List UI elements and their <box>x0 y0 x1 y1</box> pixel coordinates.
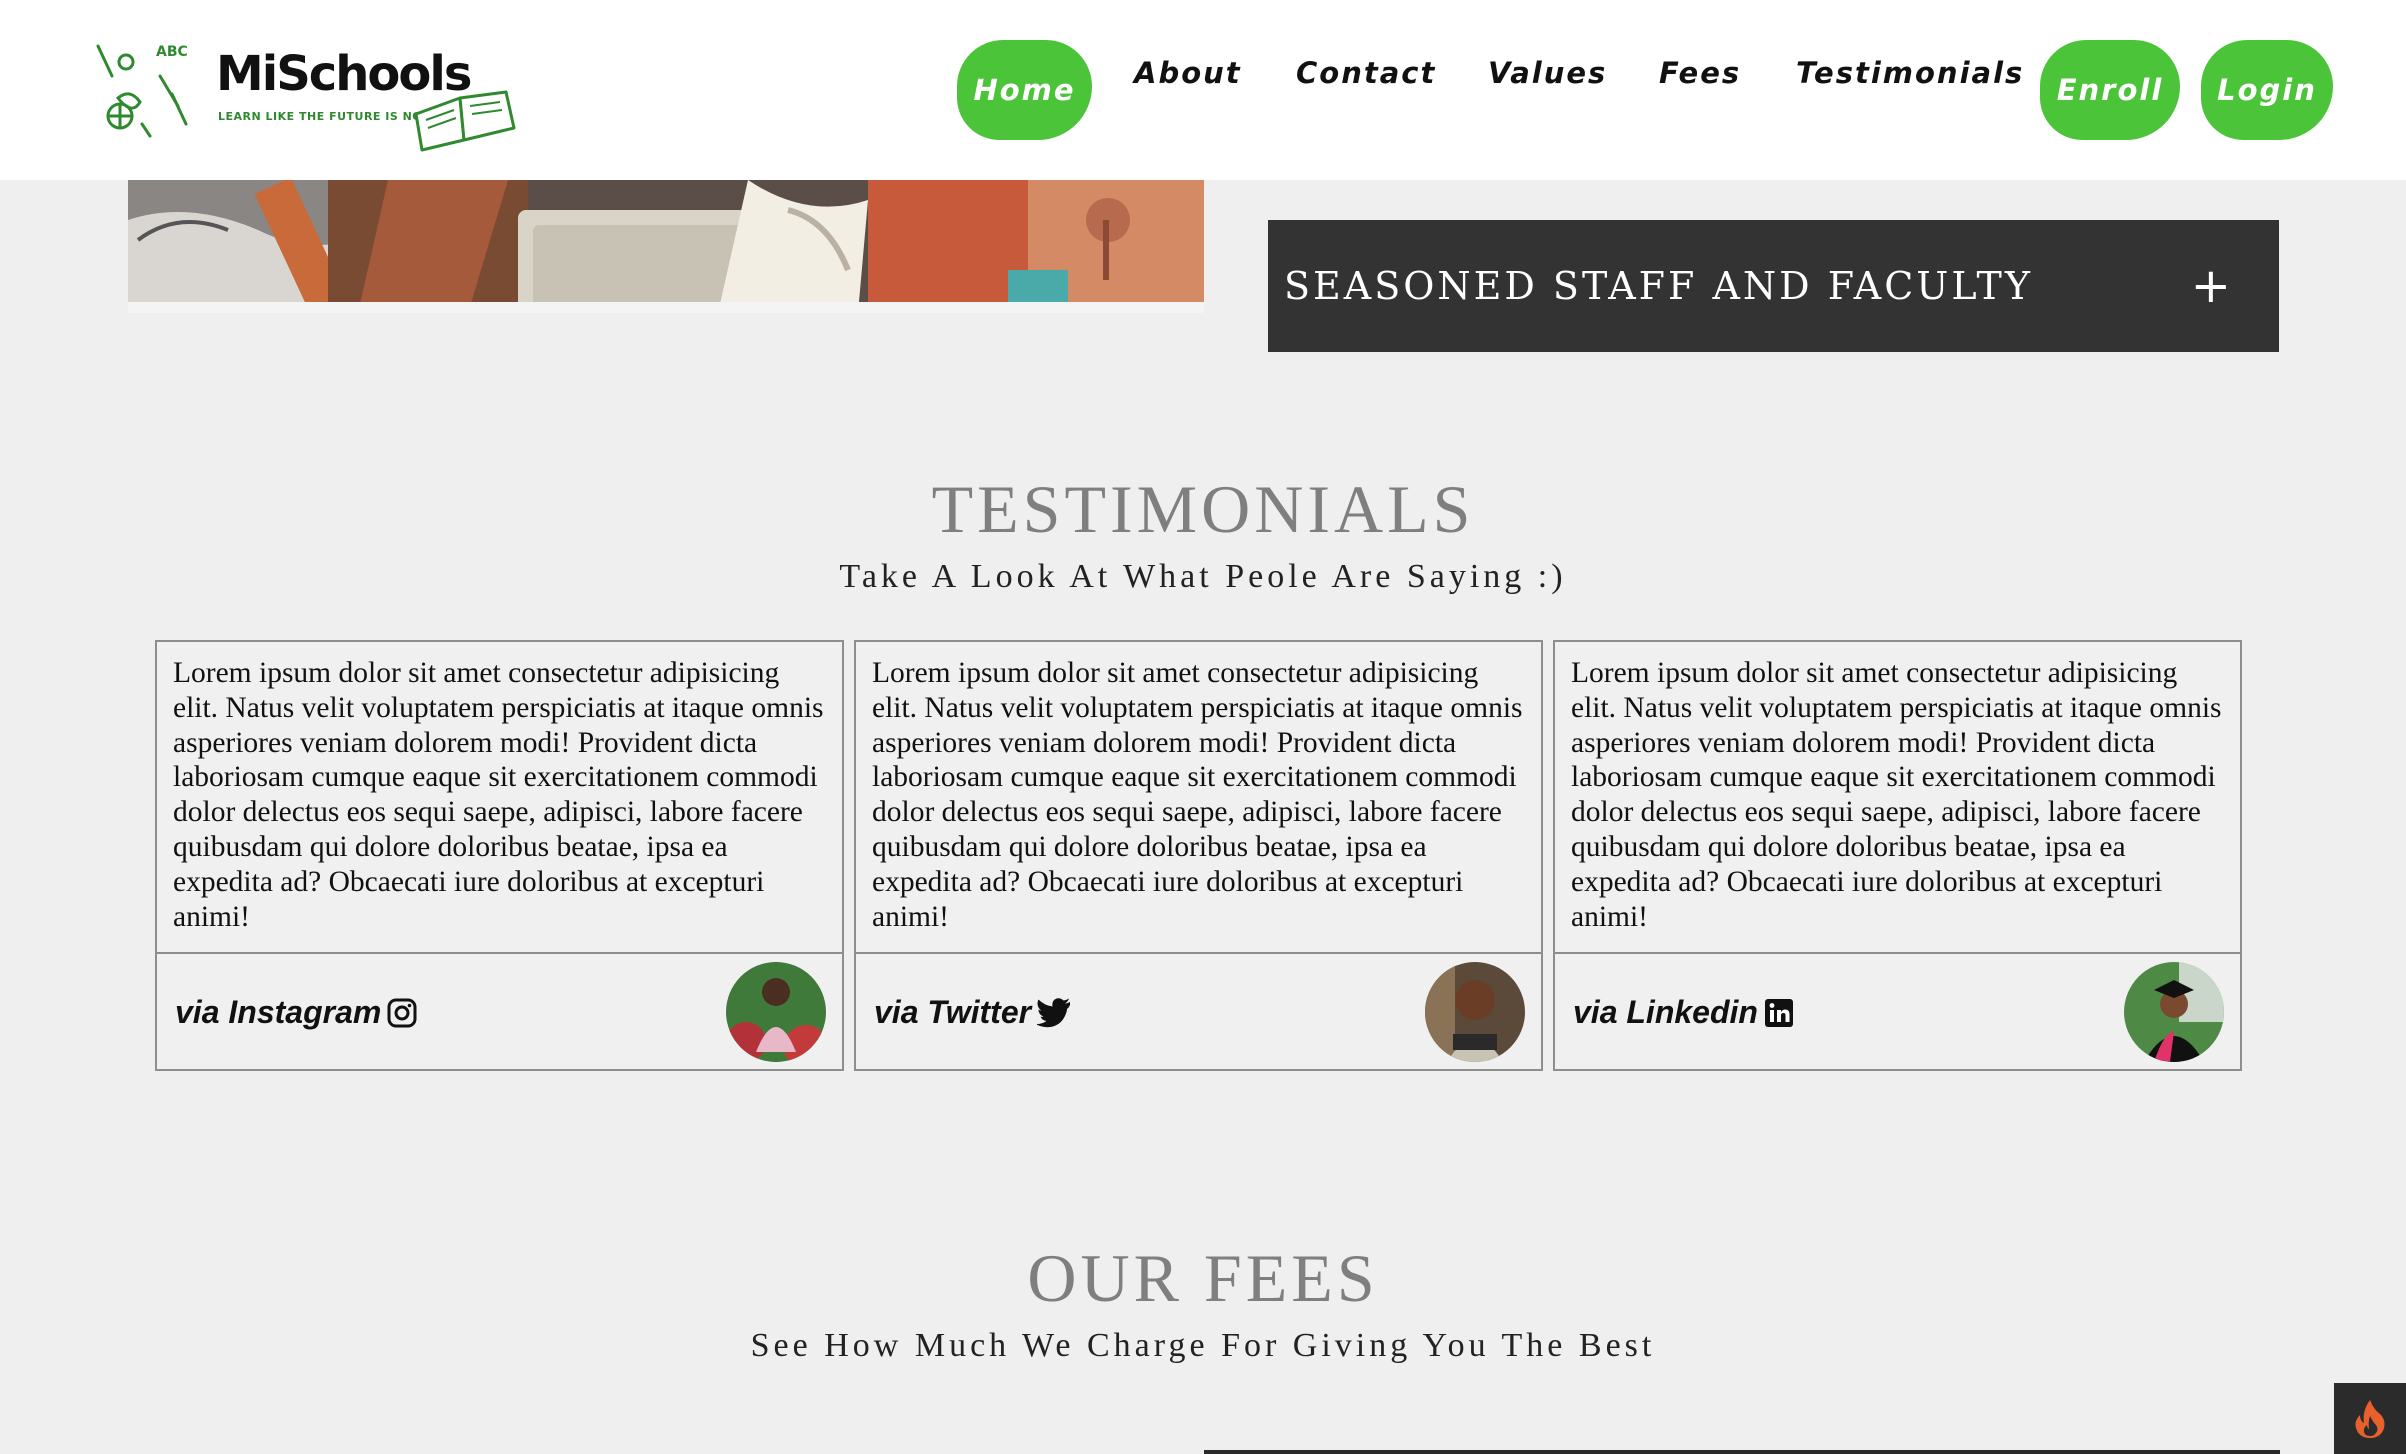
testimonial-text: Lorem ipsum dolor sit amet consectetur a… <box>173 657 824 933</box>
instagram-icon <box>387 998 417 1027</box>
nav-testimonials-link[interactable]: Testimonials <box>1796 56 2024 90</box>
testimonial-footer: via Instagram <box>157 952 842 1069</box>
via-linkedin-link[interactable]: via Linkedin <box>1573 994 1794 1031</box>
testimonial-card: Lorem ipsum dolor sit amet consectetur a… <box>155 640 844 1071</box>
testimonial-text: Lorem ipsum dolor sit amet consectetur a… <box>1571 657 2222 933</box>
nav-values-link[interactable]: Values <box>1488 56 1607 90</box>
testimonial-footer: via Twitter <box>856 952 1541 1069</box>
via-label: via Instagram <box>175 994 382 1030</box>
site-header: ABC MiSchools LEARN LIKE THE FUTURE IS N… <box>0 0 2406 180</box>
via-label: via Twitter <box>874 994 1032 1030</box>
accordion-seasoned-staff[interactable]: SEASONED STAFF AND FACULTY + <box>1268 220 2279 352</box>
testimonials-heading: TESTIMONIALS <box>931 471 1475 547</box>
accordion-title: SEASONED STAFF AND FACULTY <box>1284 264 2033 308</box>
via-twitter-link[interactable]: via Twitter <box>874 994 1071 1031</box>
testimonials-subheading: Take A Look At What Peole Are Saying :) <box>839 558 1567 595</box>
twitter-icon <box>1037 997 1071 1027</box>
brand-tagline: LEARN LIKE THE FUTURE IS NOW <box>218 110 435 123</box>
testimonial-text: Lorem ipsum dolor sit amet consectetur a… <box>872 657 1523 933</box>
logo-doodle-text: ABC <box>156 44 188 60</box>
fees-heading: OUR FEES <box>1027 1240 1379 1316</box>
avatar <box>726 962 826 1062</box>
brand-logo[interactable]: ABC MiSchools LEARN LIKE THE FUTURE IS N… <box>90 36 550 152</box>
via-instagram-link[interactable]: via Instagram <box>175 994 417 1031</box>
fire-icon <box>2355 1399 2385 1438</box>
nav-fees-link[interactable]: Fees <box>1659 56 1741 90</box>
open-book-icon <box>414 90 516 152</box>
nav-home-button[interactable]: Home <box>957 40 1092 140</box>
avatar <box>2124 962 2224 1062</box>
testimonial-card: Lorem ipsum dolor sit amet consectetur a… <box>1553 640 2242 1071</box>
fees-section-divider <box>1204 1450 2280 1454</box>
testimonial-card: Lorem ipsum dolor sit amet consectetur a… <box>854 640 1543 1071</box>
nav-about-link[interactable]: About <box>1134 56 1242 90</box>
avatar <box>1425 962 1525 1062</box>
fees-subheading: See How Much We Charge For Giving You Th… <box>750 1327 1656 1364</box>
linkedin-icon <box>1764 998 1793 1027</box>
floating-fire-button[interactable] <box>2334 1383 2406 1454</box>
nav-contact-link[interactable]: Contact <box>1296 56 1436 90</box>
hero-illustration <box>128 180 1204 313</box>
nav-enroll-button[interactable]: Enroll <box>2040 40 2180 140</box>
testimonial-footer: via Linkedin <box>1555 952 2240 1069</box>
plus-icon[interactable]: + <box>2191 262 2231 310</box>
school-doodle-icon: ABC <box>96 44 188 138</box>
nav-login-button[interactable]: Login <box>2201 40 2333 140</box>
via-label: via Linkedin <box>1573 994 1758 1030</box>
